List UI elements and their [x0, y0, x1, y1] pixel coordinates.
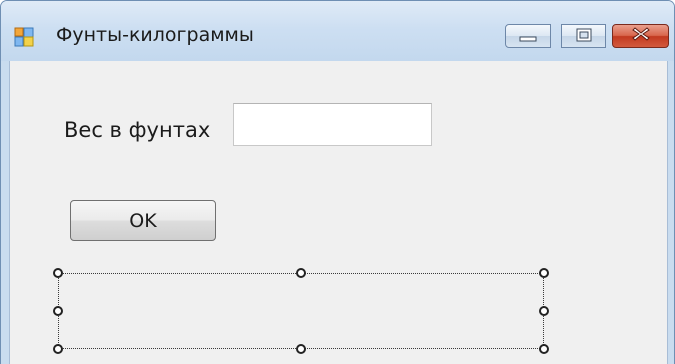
resize-handle-bottom-left[interactable]	[53, 344, 63, 354]
resize-handle-bottom-right[interactable]	[539, 344, 549, 354]
minimize-button[interactable]	[505, 24, 551, 48]
resize-handle-top[interactable]	[296, 268, 306, 278]
form-window: Фунты-килограммы Вес в фунтах OK	[0, 0, 675, 364]
close-icon	[631, 26, 651, 46]
title-bar[interactable]: Фунты-килограммы	[1, 1, 674, 61]
minimize-icon	[518, 27, 538, 46]
weight-input[interactable]	[233, 103, 432, 146]
winforms-form-icon	[14, 27, 34, 47]
window-title: Фунты-килограммы	[56, 24, 254, 46]
ok-button[interactable]: OK	[70, 200, 216, 241]
selected-control-outline[interactable]	[53, 268, 549, 354]
resize-handle-top-right[interactable]	[539, 268, 549, 278]
resize-handle-bottom[interactable]	[296, 344, 306, 354]
resize-handle-right[interactable]	[539, 306, 549, 316]
selection-border	[58, 273, 544, 349]
resize-handle-top-left[interactable]	[53, 268, 63, 278]
maximize-button[interactable]	[561, 24, 606, 48]
maximize-icon	[575, 27, 593, 46]
close-button[interactable]	[612, 24, 669, 48]
resize-handle-left[interactable]	[53, 306, 63, 316]
form-client-area: Вес в фунтах OK	[9, 61, 668, 364]
weight-label: Вес в фунтах	[64, 118, 211, 142]
